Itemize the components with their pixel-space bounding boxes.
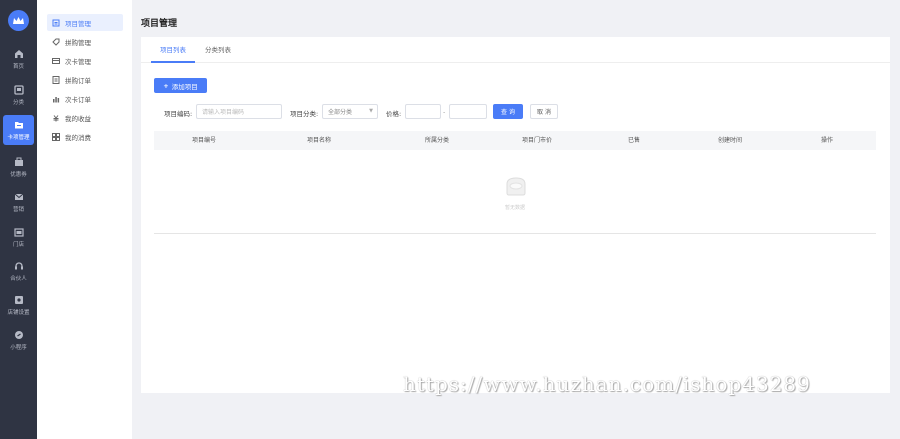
price-label: 价格: bbox=[386, 110, 402, 118]
income-icon bbox=[52, 114, 60, 122]
plus-icon: + bbox=[163, 81, 169, 90]
category-icon bbox=[13, 85, 24, 96]
card-icon bbox=[52, 57, 60, 65]
consume-icon bbox=[52, 132, 60, 141]
rail-item-label: 卡项管理 bbox=[7, 134, 30, 141]
coupon-icon bbox=[13, 157, 24, 168]
rail-item-home[interactable]: 首页 bbox=[0, 44, 37, 74]
tab-category-list[interactable]: 分类列表 bbox=[196, 37, 240, 63]
column-project-number: 项目编号 bbox=[191, 137, 216, 144]
chart-icon bbox=[52, 95, 60, 103]
watermark-text: https://www.huzhan.com/ishop43289 bbox=[403, 372, 811, 396]
rail-item-miniapp[interactable]: 小程序 bbox=[0, 325, 37, 355]
column-category: 所属分类 bbox=[424, 137, 449, 144]
add-project-button[interactable]: + 添加项目 bbox=[154, 78, 207, 93]
empty-box-icon bbox=[506, 177, 526, 196]
mail-icon bbox=[13, 192, 24, 203]
tab-bar: 项目列表 分类列表 bbox=[141, 37, 890, 63]
column-sold: 已售 bbox=[627, 137, 640, 144]
settings-icon bbox=[13, 295, 24, 306]
column-actions: 操作 bbox=[820, 137, 833, 144]
rail-item-label: 门店 bbox=[12, 241, 24, 248]
rail-item-partner[interactable]: 合伙人 bbox=[0, 256, 37, 286]
table-header: 项目编号 项目名称 所属分类 项目门市价 已售 创建时间 操作 bbox=[154, 131, 876, 150]
rail-item-label: 分类 bbox=[12, 99, 24, 106]
submenu-item-my-consumption[interactable]: 我的消费 bbox=[47, 128, 123, 145]
project-category-label: 项目分类: bbox=[290, 110, 319, 118]
submenu-item-label: 我的消费 bbox=[65, 133, 91, 142]
submenu-item-times-card-orders[interactable]: 次卡订单 bbox=[47, 90, 123, 107]
submenu-item-my-income[interactable]: 我的收益 bbox=[47, 109, 123, 126]
column-created-time: 创建时间 bbox=[717, 137, 742, 144]
submenu-item-group-buy[interactable]: 拼购管理 bbox=[47, 33, 123, 50]
submenu-item-times-card[interactable]: 次卡管理 bbox=[47, 52, 123, 69]
page-title: 项目管理 bbox=[141, 19, 178, 29]
price-range-separator: - bbox=[443, 108, 446, 116]
rail-item-coupon[interactable]: 优惠券 bbox=[0, 152, 37, 182]
tag-icon bbox=[52, 38, 60, 46]
icon-rail: 首页 分类 卡项管理 优惠券 营销 门店 合伙人 店铺设置 小程序 bbox=[0, 0, 37, 439]
clipboard-icon bbox=[52, 19, 60, 27]
sub-menu: 项目管理 拼购管理 次卡管理 拼购订单 次卡订单 我的收益 我的消费 bbox=[37, 0, 132, 439]
submenu-item-label: 次卡管理 bbox=[65, 57, 91, 66]
miniapp-icon bbox=[13, 330, 24, 341]
rail-item-label: 营销 bbox=[12, 206, 24, 213]
content-card: 项目列表 分类列表 + 添加项目 项目编码: 请输入项目编码 项目分类: 全部分… bbox=[141, 37, 890, 393]
crown-logo-icon[interactable] bbox=[8, 10, 29, 31]
query-button[interactable]: 查 询 bbox=[493, 104, 523, 119]
submenu-item-group-buy-orders[interactable]: 拼购订单 bbox=[47, 71, 123, 88]
rail-item-label: 优惠券 bbox=[10, 171, 27, 178]
cancel-button[interactable]: 取 消 bbox=[530, 104, 558, 119]
project-category-select[interactable]: 全部分类 ▼ bbox=[322, 104, 378, 119]
submenu-item-label: 次卡订单 bbox=[65, 95, 91, 104]
project-code-placeholder: 请输入项目编码 bbox=[202, 109, 245, 116]
column-project-name: 项目名称 bbox=[306, 137, 331, 144]
chevron-down-icon: ▼ bbox=[369, 108, 373, 114]
headset-icon bbox=[13, 261, 24, 272]
rail-item-label: 小程序 bbox=[10, 344, 27, 351]
submenu-item-label: 拼购管理 bbox=[65, 38, 91, 47]
submenu-item-label: 项目管理 bbox=[65, 19, 91, 28]
rail-item-category[interactable]: 分类 bbox=[0, 80, 37, 110]
tab-project-list[interactable]: 项目列表 bbox=[151, 37, 195, 63]
price-min-input[interactable] bbox=[405, 104, 441, 119]
home-icon bbox=[13, 49, 24, 60]
submenu-item-project-management[interactable]: 项目管理 bbox=[47, 14, 123, 31]
rail-item-card-management[interactable]: 卡项管理 bbox=[3, 115, 34, 145]
rail-item-label: 店铺设置 bbox=[7, 309, 30, 316]
submenu-item-label: 我的收益 bbox=[65, 114, 91, 123]
empty-text: 暂无数据 bbox=[504, 205, 525, 211]
add-project-label: 添加项目 bbox=[171, 82, 198, 91]
rail-item-label: 首页 bbox=[12, 63, 24, 70]
column-store-price: 项目门市价 bbox=[521, 137, 552, 144]
price-max-input[interactable] bbox=[449, 104, 487, 119]
project-code-label: 项目编码: bbox=[164, 110, 193, 118]
rail-item-marketing[interactable]: 营销 bbox=[0, 187, 37, 217]
project-code-input[interactable]: 请输入项目编码 bbox=[196, 104, 282, 119]
project-category-value: 全部分类 bbox=[328, 109, 353, 116]
card-icon bbox=[13, 120, 24, 131]
store-icon bbox=[13, 227, 24, 238]
submenu-item-label: 拼购订单 bbox=[65, 76, 91, 85]
rail-item-store[interactable]: 门店 bbox=[0, 222, 37, 252]
rail-item-label: 合伙人 bbox=[10, 275, 27, 282]
rail-item-shop-settings[interactable]: 店铺设置 bbox=[0, 290, 37, 320]
order-icon bbox=[52, 75, 60, 84]
table-empty-state: 暂无数据 bbox=[154, 150, 876, 234]
